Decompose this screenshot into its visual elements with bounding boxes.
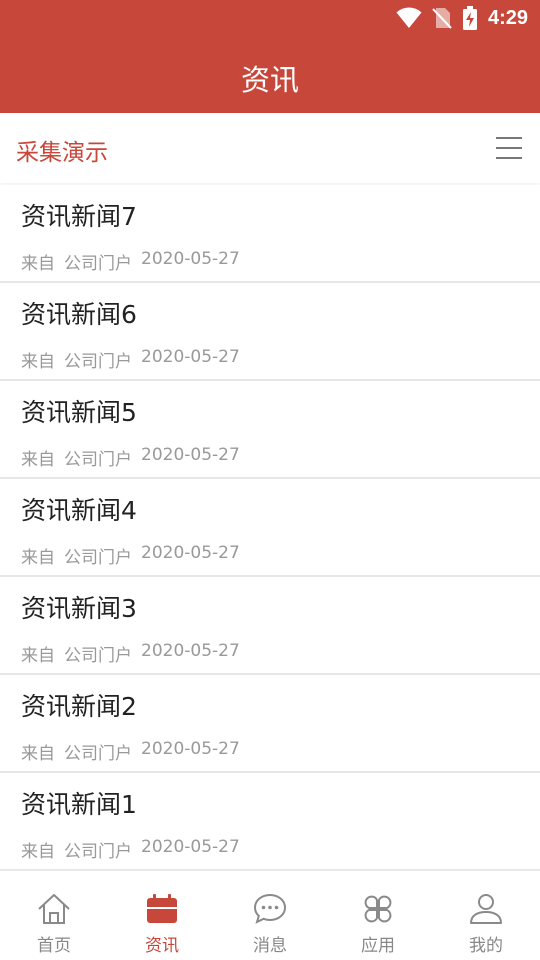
news-from: 来自 [21,254,55,274]
news-from: 来自 [21,548,55,568]
tab-news[interactable]: 资讯 [108,871,216,960]
app-bar: 4:29 资讯 [0,0,540,113]
list-item[interactable]: 资讯新闻4 来自 公司门户 2020-05-27 [0,479,540,577]
wifi-icon [396,7,422,28]
news-date: 2020-05-27 [141,445,240,465]
news-from: 来自 [21,842,55,862]
tab-label: 消息 [253,936,287,956]
news-meta: 来自 公司门户 2020-05-27 [21,347,240,372]
news-meta: 来自 公司门户 2020-05-27 [21,249,240,274]
news-source: 公司门户 [64,254,132,274]
status-time: 4:29 [487,6,528,29]
home-icon [38,894,70,924]
news-date: 2020-05-27 [141,543,240,563]
list-item[interactable]: 资讯新闻7 来自 公司门户 2020-05-27 [0,185,540,283]
page-title: 资讯 [240,63,299,97]
news-meta: 来自 公司门户 2020-05-27 [21,739,240,764]
menu-icon-line [496,147,522,149]
no-sim-icon [432,8,452,29]
news-title: 资讯新闻5 [21,398,137,427]
tab-label: 首页 [37,936,71,956]
news-meta: 来自 公司门户 2020-05-27 [21,445,240,470]
menu-button[interactable] [496,137,522,159]
news-date: 2020-05-27 [141,249,240,269]
news-source: 公司门户 [64,842,132,862]
filter-bar: 采集演示 [0,113,540,183]
news-title: 资讯新闻3 [21,594,137,623]
news-from: 来自 [21,352,55,372]
news-source: 公司门户 [64,352,132,372]
news-meta: 来自 公司门户 2020-05-27 [21,543,240,568]
news-from: 来自 [21,744,55,764]
news-from: 来自 [21,646,55,666]
news-source: 公司门户 [64,646,132,666]
news-date: 2020-05-27 [141,641,240,661]
tab-label: 应用 [361,936,395,956]
tab-apps[interactable]: 应用 [324,871,432,960]
news-from: 来自 [21,450,55,470]
list-item[interactable]: 资讯新闻1 来自 公司门户 2020-05-27 [0,773,540,871]
news-title: 资讯新闻7 [21,202,137,231]
tab-label: 资讯 [145,936,179,956]
person-icon [470,894,502,924]
chat-bubble-icon [253,893,287,924]
battery-charging-icon [462,6,477,30]
news-list: 资讯新闻7 来自 公司门户 2020-05-27 资讯新闻6 来自 公司门户 2… [0,185,540,871]
tab-home[interactable]: 首页 [0,871,108,960]
news-title: 资讯新闻4 [21,496,137,525]
news-date: 2020-05-27 [141,739,240,759]
status-bar: 4:29 [396,4,528,32]
news-title: 资讯新闻6 [21,300,137,329]
calendar-icon [147,894,177,923]
news-source: 公司门户 [64,450,132,470]
bottom-tab-bar: 首页 资讯 消息 应用 我的 [0,870,540,960]
news-meta: 来自 公司门户 2020-05-27 [21,641,240,666]
tab-label: 我的 [469,936,503,956]
apps-clover-icon [364,895,392,923]
news-source: 公司门户 [64,744,132,764]
news-meta: 来自 公司门户 2020-05-27 [21,837,240,862]
list-item[interactable]: 资讯新闻3 来自 公司门户 2020-05-27 [0,577,540,675]
filter-label[interactable]: 采集演示 [16,133,108,167]
menu-icon-line [496,157,522,159]
tab-profile[interactable]: 我的 [432,871,540,960]
news-source: 公司门户 [64,548,132,568]
news-date: 2020-05-27 [141,347,240,367]
news-title: 资讯新闻2 [21,692,137,721]
list-item[interactable]: 资讯新闻5 来自 公司门户 2020-05-27 [0,381,540,479]
news-title: 资讯新闻1 [21,790,137,819]
tab-messages[interactable]: 消息 [216,871,324,960]
menu-icon [496,137,522,139]
list-item[interactable]: 资讯新闻2 来自 公司门户 2020-05-27 [0,675,540,773]
list-item[interactable]: 资讯新闻6 来自 公司门户 2020-05-27 [0,283,540,381]
news-date: 2020-05-27 [141,837,240,857]
